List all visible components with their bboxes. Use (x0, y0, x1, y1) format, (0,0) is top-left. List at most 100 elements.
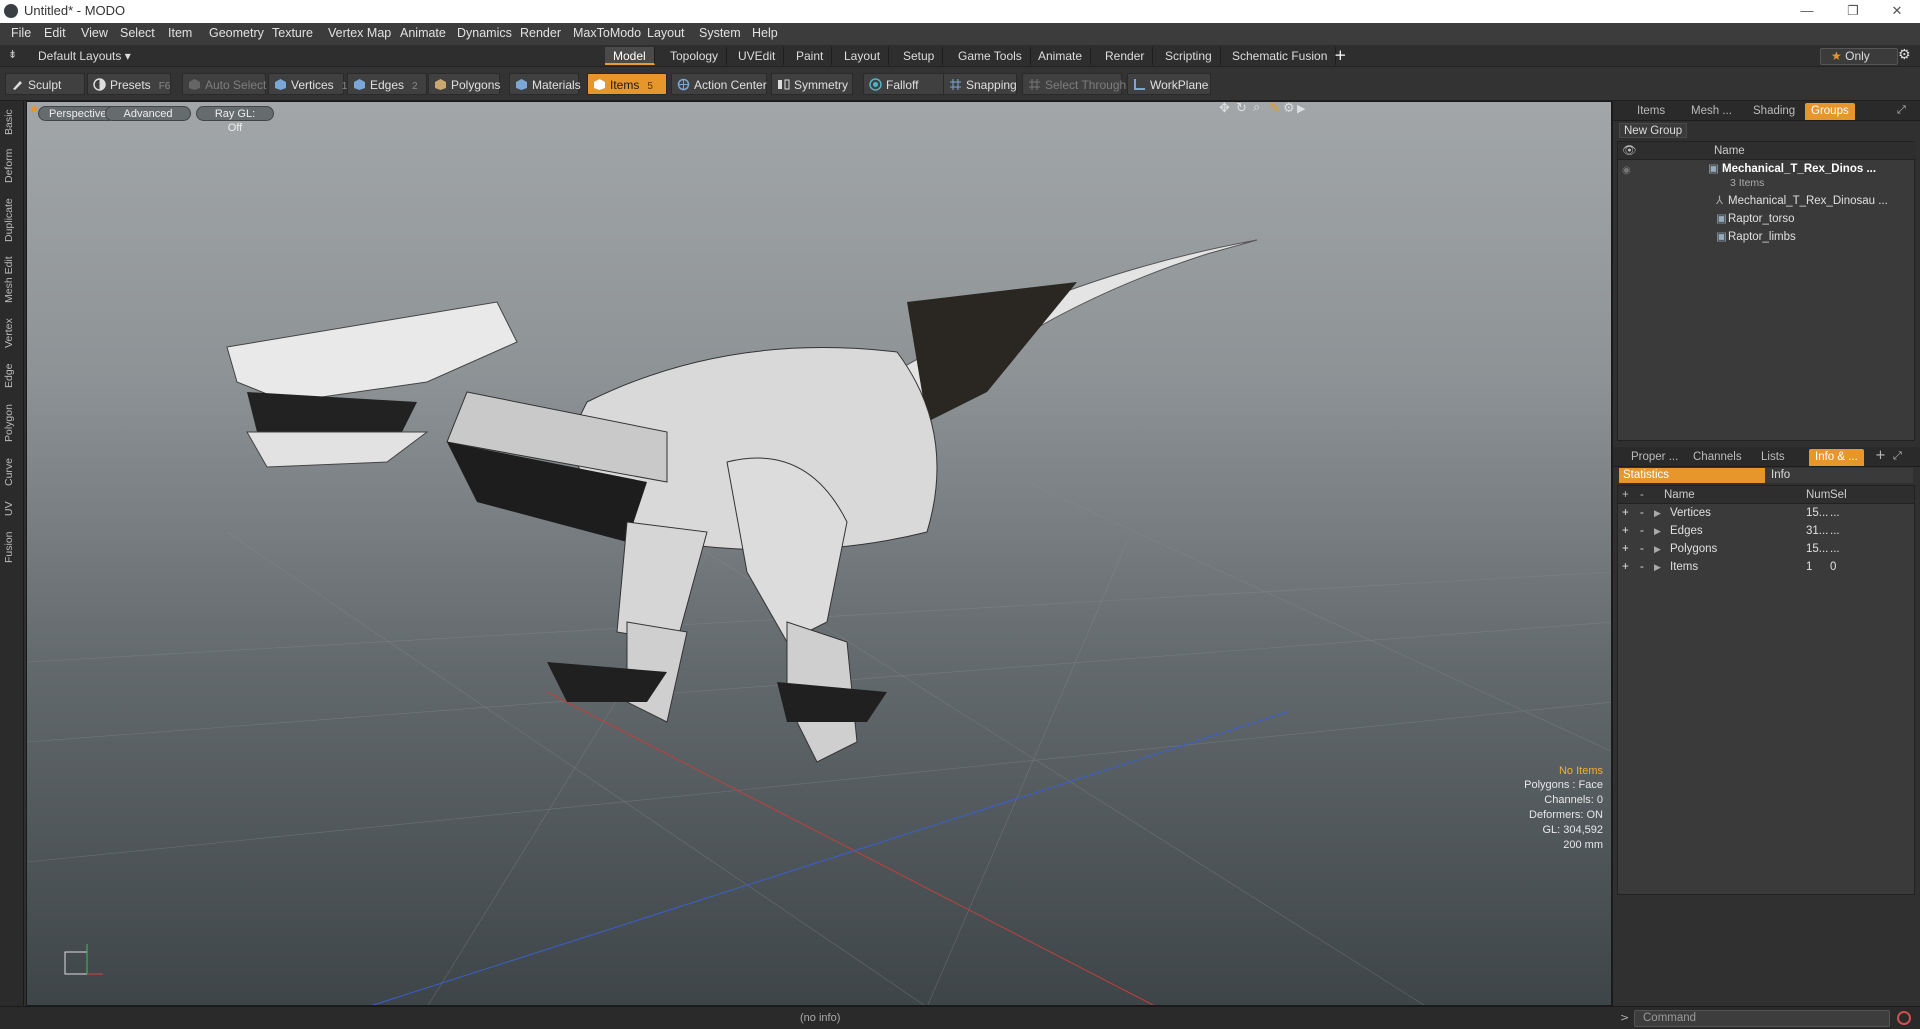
presets-button[interactable]: Presets F6 (87, 73, 171, 95)
expand-arrow-icon[interactable]: ▶ (1654, 558, 1661, 576)
tab-setup[interactable]: Setup (895, 47, 944, 65)
minimize-button[interactable]: — (1784, 0, 1830, 23)
expand-arrow-icon[interactable]: ▶ (1654, 540, 1661, 558)
3d-viewport[interactable]: Perspective Advanced Ray GL: Off ✥ ↻ ⌕ ✎… (26, 101, 1612, 1006)
add-icon[interactable]: + (1622, 522, 1629, 540)
tab-topology[interactable]: Topology (662, 47, 728, 65)
remove-icon[interactable]: - (1640, 558, 1644, 576)
tab-channels[interactable]: Channels (1687, 449, 1748, 466)
materials-button[interactable]: Materials (509, 73, 581, 95)
menu-texture[interactable]: Texture (272, 26, 313, 40)
falloff-button[interactable]: Falloff (863, 73, 945, 95)
viewport-expand-icon[interactable]: ▶ (1297, 102, 1305, 115)
tab-paint[interactable]: Paint (788, 47, 833, 65)
statistics-row-vertices[interactable]: + - ▶ Vertices 15... ... (1618, 504, 1914, 522)
maximize-button[interactable]: ❐ (1830, 0, 1876, 23)
snapping-button[interactable]: Snapping (943, 73, 1017, 95)
statistics-subtab[interactable]: Statistics (1619, 468, 1765, 483)
tab-scripting[interactable]: Scripting (1157, 47, 1221, 65)
expand-all-icon[interactable]: + (1622, 486, 1629, 504)
workplane-button[interactable]: WorkPlane (1127, 73, 1211, 95)
group-child-row[interactable]: ▣ Raptor_limbs (1618, 228, 1916, 246)
tab-mesh-edit[interactable]: Mesh Edit (3, 253, 21, 307)
remove-icon[interactable]: - (1640, 540, 1644, 558)
viewport-menu-dot[interactable] (31, 106, 37, 112)
menu-geometry[interactable]: Geometry (209, 26, 264, 40)
items-button[interactable]: Items 5 (587, 73, 667, 95)
group-row[interactable]: ◉ ▣ Mechanical_T_Rex_Dinos ... (1618, 160, 1916, 178)
tab-shading[interactable]: Shading (1747, 103, 1801, 120)
brush-icon[interactable]: ✎ (1269, 102, 1280, 116)
menu-view[interactable]: View (81, 26, 108, 40)
menu-help[interactable]: Help (752, 26, 778, 40)
pan-icon[interactable]: ✥ (1219, 102, 1230, 116)
tab-info-statistics[interactable]: Info & ... (1809, 449, 1864, 466)
statistics-row-edges[interactable]: + - ▶ Edges 31... ... (1618, 522, 1914, 540)
menu-dynamics[interactable]: Dynamics (457, 26, 512, 40)
tab-lists[interactable]: Lists (1755, 449, 1791, 466)
sculpt-button[interactable]: Sculpt (5, 73, 85, 95)
polygons-button[interactable]: Polygons (428, 73, 500, 95)
raygl-button[interactable]: Ray GL: Off (196, 106, 274, 134)
add-tab-button[interactable]: + (1334, 46, 1347, 64)
auto-select-button[interactable]: Auto Select (182, 73, 266, 95)
tab-polygon[interactable]: Polygon (3, 399, 21, 447)
tab-game-tools[interactable]: Game Tools (950, 47, 1031, 65)
group-child-row[interactable]: ▣ Raptor_torso (1618, 210, 1916, 228)
tab-render[interactable]: Render (1097, 47, 1154, 65)
menu-item[interactable]: Item (168, 26, 192, 40)
menu-select[interactable]: Select (120, 26, 155, 40)
info-subtab[interactable]: Info (1771, 468, 1790, 483)
advanced-shading-button[interactable]: Advanced (105, 106, 191, 121)
tab-schematic-fusion[interactable]: Schematic Fusion (1224, 47, 1337, 65)
add-tab-icon[interactable]: + (1875, 448, 1886, 463)
edges-button[interactable]: Edges 2 (347, 73, 427, 95)
group-child-row[interactable]: ⅄ Mechanical_T_Rex_Dinosau ... (1618, 192, 1916, 210)
panel-expand-icon[interactable]: ⤢ (1897, 103, 1906, 117)
only-toggle[interactable]: ★ Only (1820, 48, 1898, 65)
add-icon[interactable]: + (1622, 504, 1629, 522)
tab-model[interactable]: Model (605, 47, 655, 65)
tab-layout[interactable]: Layout (836, 47, 890, 65)
tab-uv[interactable]: UV (3, 497, 21, 521)
tab-mesh[interactable]: Mesh ... (1685, 103, 1738, 120)
select-through-button[interactable]: Select Through (1022, 73, 1126, 95)
tab-deform[interactable]: Deform (3, 145, 21, 187)
statistics-row-polygons[interactable]: + - ▶ Polygons 15... ... (1618, 540, 1914, 558)
action-center-button[interactable]: Action Center (671, 73, 767, 95)
tab-duplicate[interactable]: Duplicate (3, 193, 21, 247)
collapse-all-icon[interactable]: - (1640, 486, 1644, 504)
menu-render[interactable]: Render (520, 26, 561, 40)
tab-uvedit[interactable]: UVEdit (730, 47, 785, 65)
gear-icon[interactable]: ⚙ (1898, 47, 1911, 63)
add-icon[interactable]: + (1622, 558, 1629, 576)
new-group-button[interactable]: New Group (1619, 123, 1688, 138)
remove-icon[interactable]: - (1640, 522, 1644, 540)
default-layouts-dropdown[interactable]: Default Layouts ▾ (38, 49, 131, 63)
menu-maxtomodo[interactable]: MaxToModo (573, 26, 641, 40)
menu-animate[interactable]: Animate (400, 26, 446, 40)
tab-items[interactable]: Items (1631, 103, 1671, 120)
tab-properties[interactable]: Proper ... (1625, 449, 1684, 466)
viewport-settings-icon[interactable]: ⚙ (1283, 102, 1295, 116)
tab-animate[interactable]: Animate (1030, 47, 1092, 65)
add-icon[interactable]: + (1622, 540, 1629, 558)
zoom-icon[interactable]: ⌕ (1253, 102, 1260, 115)
record-icon[interactable] (1897, 1011, 1911, 1025)
statistics-row-items[interactable]: + - ▶ Items 1 0 (1618, 558, 1914, 576)
menu-file[interactable]: File (11, 26, 31, 40)
tab-curve[interactable]: Curve (3, 453, 21, 491)
layout-menu-icon[interactable]: ⇟ (8, 48, 17, 61)
tab-edge[interactable]: Edge (3, 359, 21, 393)
menu-system[interactable]: System (699, 26, 741, 40)
symmetry-button[interactable]: Symmetry (771, 73, 853, 95)
close-button[interactable]: ✕ (1874, 0, 1920, 23)
vertices-button[interactable]: Vertices 1 (268, 73, 347, 95)
visibility-eye-icon[interactable]: ◉ (1622, 162, 1631, 180)
tab-fusion[interactable]: Fusion (3, 527, 21, 567)
menu-layout[interactable]: Layout (647, 26, 685, 40)
command-input[interactable]: Command (1634, 1010, 1890, 1027)
rotate-icon[interactable]: ↻ (1236, 102, 1247, 116)
tab-basic[interactable]: Basic (3, 105, 21, 139)
menu-edit[interactable]: Edit (44, 26, 66, 40)
